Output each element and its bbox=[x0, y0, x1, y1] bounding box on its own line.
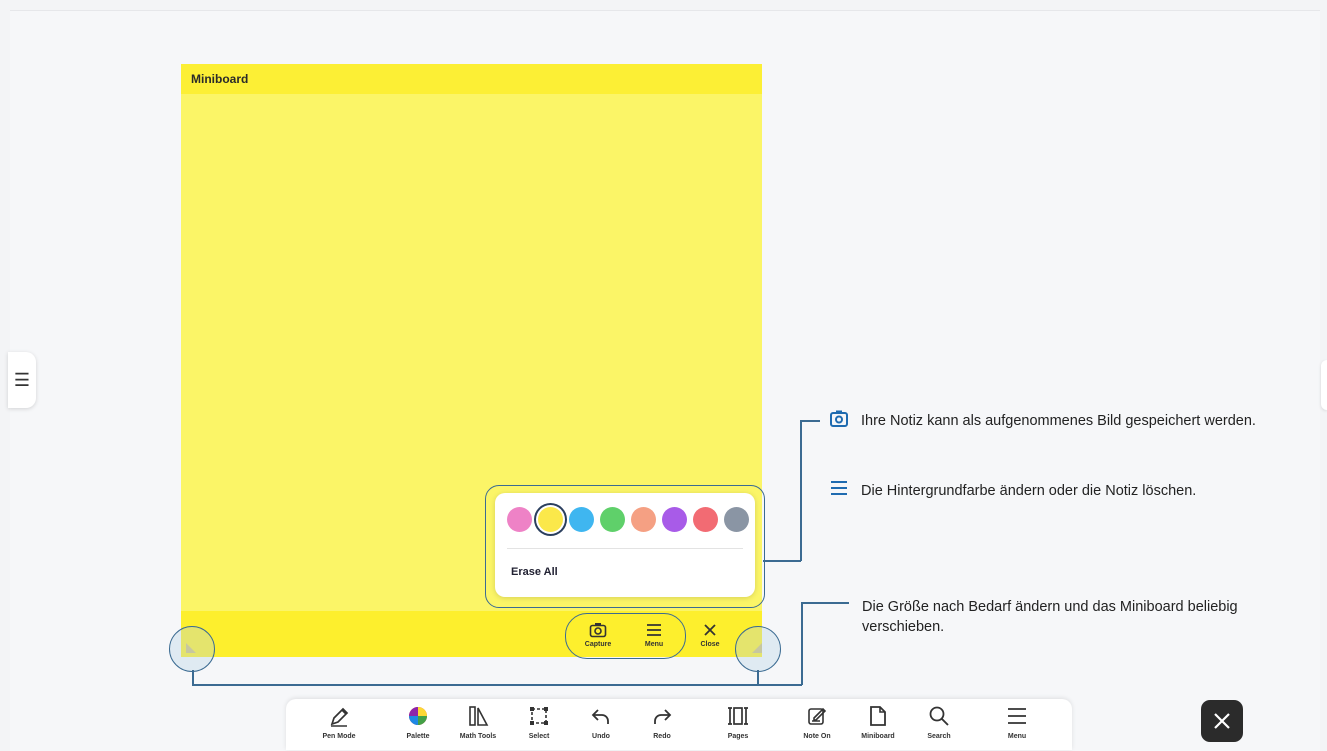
toolbar-redo-button[interactable]: Redo bbox=[632, 705, 692, 740]
capture-callout: Ihre Notiz kann als aufgenommenes Bild g… bbox=[861, 413, 1256, 429]
capture-button[interactable]: Capture bbox=[578, 622, 618, 648]
toolbar-label: Search bbox=[927, 733, 951, 740]
color-swatch[interactable] bbox=[507, 507, 532, 532]
hamburger-icon: ☰ bbox=[13, 369, 31, 390]
menu-icon bbox=[831, 481, 847, 495]
resize-handle-right[interactable] bbox=[735, 626, 781, 672]
connector-line bbox=[192, 670, 194, 685]
connector-line bbox=[763, 560, 801, 562]
resize-handle-left[interactable] bbox=[169, 626, 215, 672]
palette-icon bbox=[409, 707, 427, 725]
color-swatch[interactable] bbox=[693, 507, 718, 532]
close-label: Close bbox=[700, 641, 720, 648]
menu-icon bbox=[647, 624, 661, 636]
toolbar-miniboard-button[interactable]: Miniboard bbox=[848, 699, 908, 740]
menu-button[interactable]: Menu bbox=[634, 622, 674, 648]
resize-callout-line2: verschieben. bbox=[862, 619, 945, 635]
miniboard-title: Miniboard bbox=[191, 72, 249, 86]
menu-callout: Die Hintergrundfarbe ändern oder die Not… bbox=[861, 483, 1197, 499]
capture-label: Capture bbox=[584, 641, 612, 648]
connector-line bbox=[800, 420, 802, 561]
right-edge-handle[interactable] bbox=[1321, 360, 1327, 410]
toolbar-menu-button[interactable]: Menu bbox=[987, 705, 1047, 740]
connector-line bbox=[800, 420, 820, 422]
toolbar-label: Note On bbox=[803, 733, 831, 740]
toolbar-label: Undo bbox=[592, 733, 610, 740]
math-tools-icon bbox=[469, 706, 489, 726]
redo-icon bbox=[654, 709, 672, 724]
toolbar-select-button[interactable]: Select bbox=[509, 705, 569, 740]
color-swatch[interactable] bbox=[600, 507, 625, 532]
search-icon bbox=[929, 706, 949, 726]
toolbar-label: Math Tools bbox=[459, 733, 497, 740]
toolbar-label: Menu bbox=[1007, 733, 1027, 740]
toolbar-label: Select bbox=[528, 733, 550, 740]
erase-all-button[interactable]: Erase All bbox=[511, 566, 558, 578]
select-icon bbox=[530, 707, 548, 725]
menu-label: Menu bbox=[644, 641, 664, 648]
close-miniboard-button[interactable]: Close bbox=[690, 622, 730, 648]
miniboard-icon bbox=[870, 706, 886, 726]
toolbar-pen-mode-button[interactable]: Pen Mode bbox=[309, 705, 369, 740]
color-swatch[interactable] bbox=[724, 507, 749, 532]
resize-callout-line1: Die Größe nach Bedarf ändern und das Min… bbox=[862, 599, 1238, 615]
miniboard-header[interactable]: Miniboard bbox=[181, 64, 762, 94]
toolbar-label: Pages bbox=[727, 733, 749, 740]
camera-icon bbox=[830, 410, 848, 427]
connector-line bbox=[801, 602, 849, 604]
pages-icon bbox=[728, 707, 748, 725]
toolbar-search-button[interactable]: Search bbox=[909, 705, 969, 740]
undo-icon bbox=[591, 709, 609, 724]
connector-line bbox=[192, 684, 802, 686]
side-menu-handle[interactable]: ☰ bbox=[8, 352, 36, 408]
toolbar-label: Pen Mode bbox=[322, 733, 356, 740]
toolbar-pages-button[interactable]: Pages bbox=[708, 705, 768, 740]
toolbar-note-on-button[interactable]: Note On bbox=[787, 705, 847, 740]
popup-divider bbox=[507, 548, 743, 549]
toolbar-label: Redo bbox=[653, 733, 671, 740]
color-swatch[interactable] bbox=[538, 507, 563, 532]
camera-icon bbox=[589, 623, 607, 638]
color-swatch[interactable] bbox=[631, 507, 656, 532]
close-app-button[interactable] bbox=[1201, 700, 1243, 742]
close-icon bbox=[1214, 713, 1230, 729]
toolbar-math-tools-button[interactable]: Math Tools bbox=[448, 705, 508, 740]
toolbar-undo-button[interactable]: Undo bbox=[571, 705, 631, 740]
pen-icon bbox=[330, 707, 349, 727]
bottom-toolbar: Pen Mode Palette Math Tools Select Undo Redo P… bbox=[286, 699, 1072, 750]
toolbar-palette-button[interactable]: Palette bbox=[388, 705, 448, 740]
note-on-icon bbox=[808, 707, 827, 725]
background-color-popup: Erase All bbox=[495, 493, 755, 597]
color-swatch[interactable] bbox=[569, 507, 594, 532]
connector-line bbox=[757, 670, 759, 685]
color-swatch-row bbox=[507, 507, 749, 532]
close-icon bbox=[704, 624, 716, 636]
connector-line bbox=[801, 602, 803, 685]
color-swatch[interactable] bbox=[662, 507, 687, 532]
menu-icon bbox=[1008, 708, 1026, 724]
toolbar-label: Miniboard bbox=[861, 733, 895, 740]
toolbar-label: Palette bbox=[406, 733, 430, 740]
